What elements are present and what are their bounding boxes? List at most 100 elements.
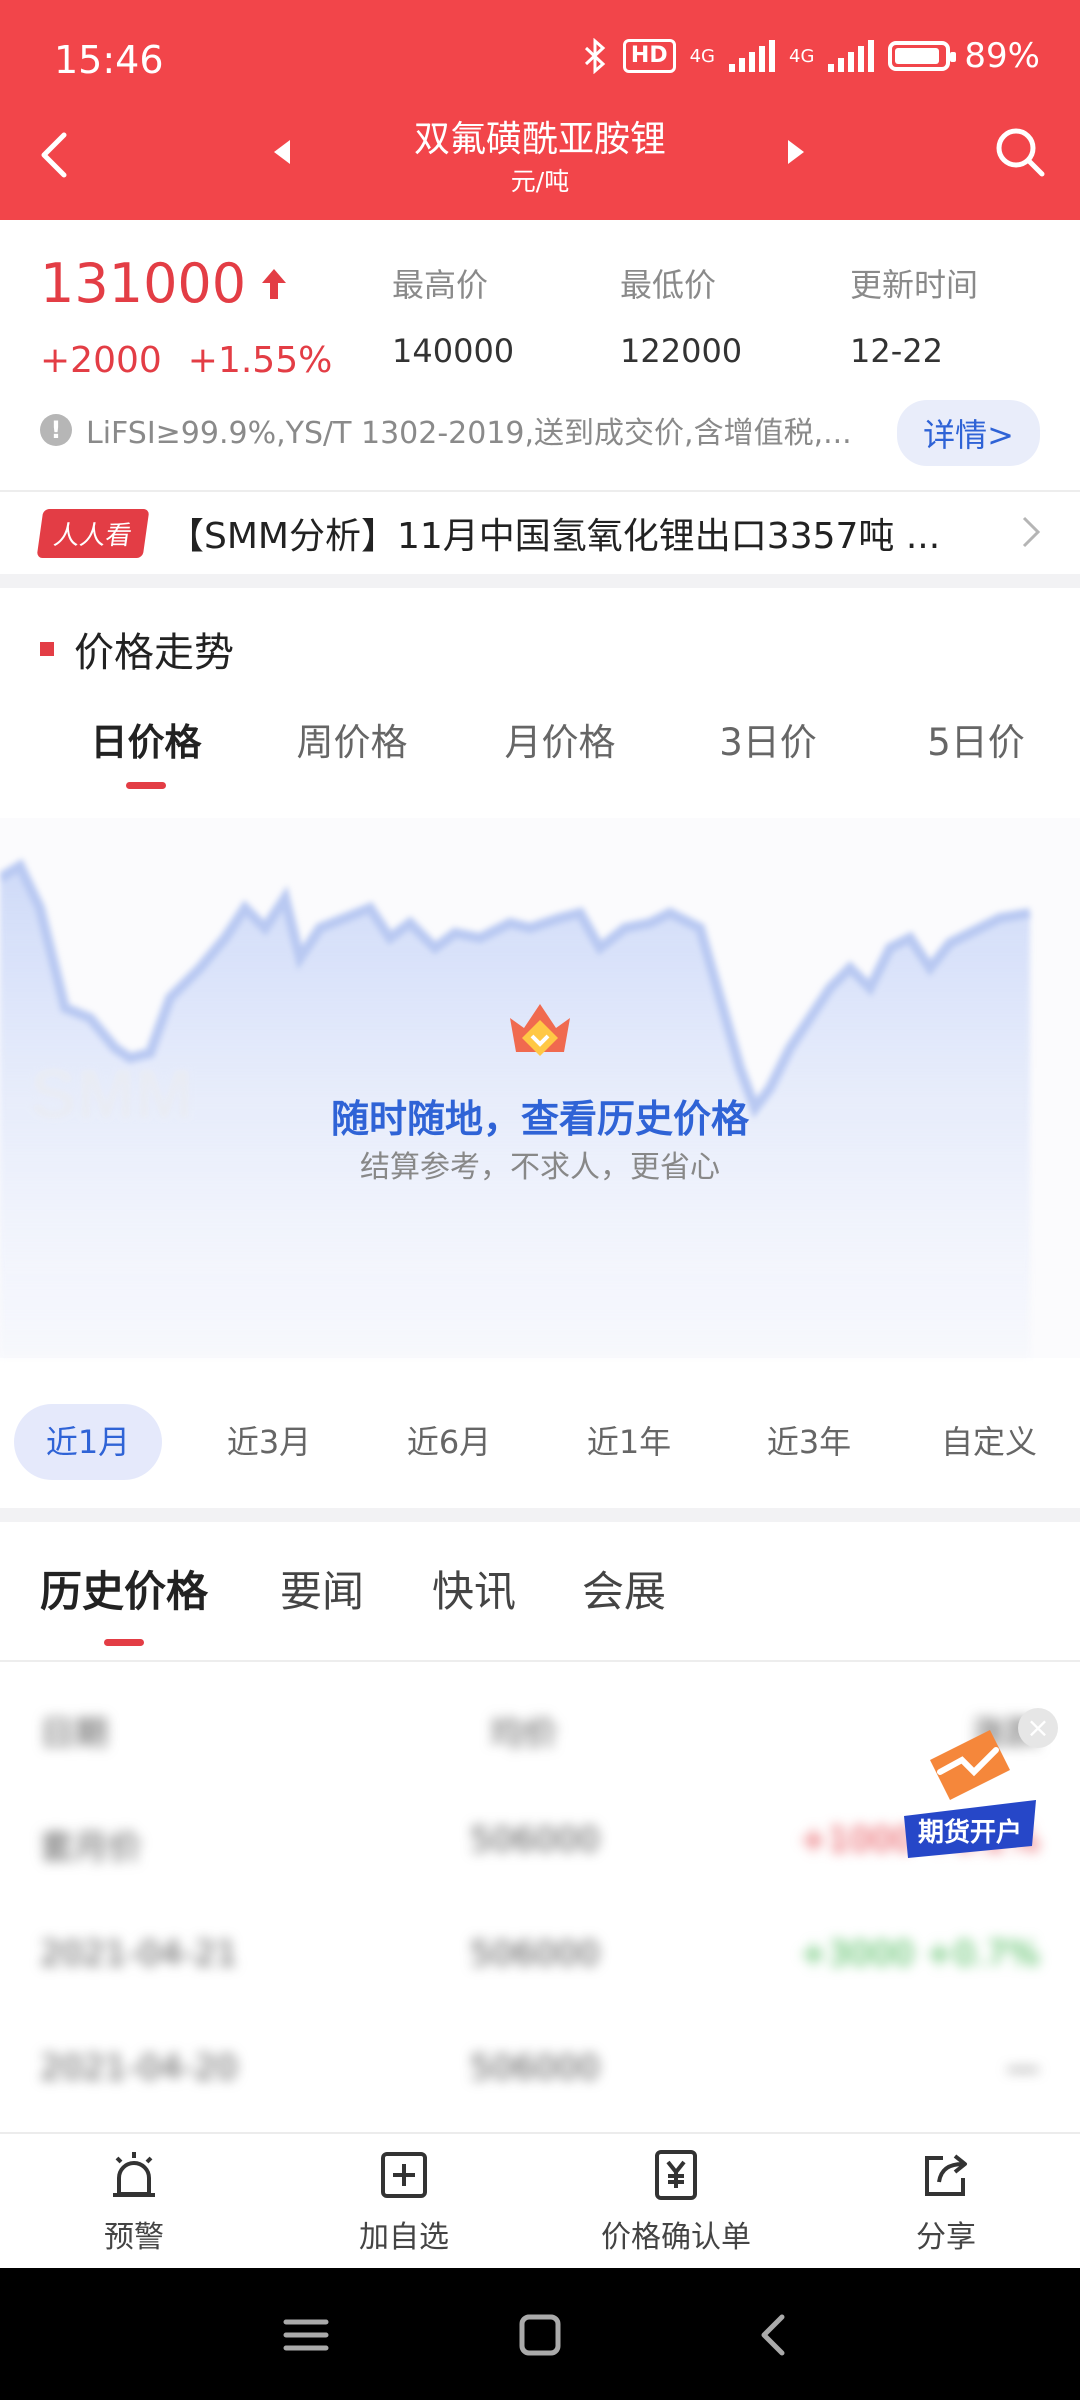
next-item-icon[interactable]	[788, 140, 804, 164]
row-price: 506000	[470, 2048, 600, 2088]
active-tab-indicator	[126, 782, 166, 789]
history-crown-icon	[510, 1004, 570, 1056]
search-icon[interactable]	[990, 122, 1050, 182]
tab-daily-price[interactable]: 日价格	[86, 712, 206, 789]
status-bar: 15:46 HD 4G 4G 89%	[0, 0, 1080, 125]
stat-low-label: 最低价	[620, 266, 717, 304]
tab-5day-label: 5日价	[927, 721, 1025, 764]
app-header: 15:46 HD 4G 4G 89% 双氟磺酰亚胺锂 元/吨	[0, 0, 1080, 220]
spec-note: ! LiFSI≥99.9%,YS/T 1302-2019,送到成交价,含增值税,…	[40, 408, 852, 452]
alarm-icon	[113, 2152, 155, 2197]
tab-monthly-label: 月价格	[504, 721, 616, 764]
price-confirm-label: 价格确认单	[601, 2220, 751, 2255]
period-tabs: 日价格 周价格 月价格 3日价 5日价	[0, 712, 1080, 789]
signal-icon-2	[828, 40, 875, 72]
tab-headlines[interactable]: 要闻	[280, 1558, 364, 1619]
promo-title[interactable]: 随时随地，查看历史价格	[0, 1088, 1080, 1143]
detail-button[interactable]: 详情>	[897, 400, 1040, 466]
stat-high-label: 最高价	[392, 266, 489, 304]
stat-update-value: 12-22	[850, 332, 943, 370]
tab-weekly-label: 周价格	[296, 721, 408, 764]
page-unit: 元/吨	[510, 167, 570, 196]
ticker-text[interactable]: 【SMM分析】11月中国氢氧化锂出口3357吨 ...	[168, 507, 948, 559]
range-1-month[interactable]: 近1月	[14, 1404, 162, 1480]
section-gap	[0, 574, 1080, 588]
tab-history-label: 历史价格	[40, 1567, 209, 1616]
col-date: 日期	[40, 1714, 108, 1754]
table-row: 2021-04-20 506000 —	[0, 2012, 1080, 2126]
row-date: 2021-04-20	[40, 2048, 238, 2088]
hd-voice-icon: HD	[622, 39, 676, 73]
table-row: 2021-04-21 506000 +3000 +0.7%	[0, 1898, 1080, 2012]
add-watchlist-button[interactable]: 加自选	[284, 2148, 524, 2256]
info-icon: !	[40, 414, 72, 446]
tab-exhibitions[interactable]: 会展	[582, 1558, 666, 1619]
futures-account-button[interactable]: 期货开户	[900, 1720, 1040, 1890]
active-section-indicator	[104, 1639, 144, 1646]
stat-update: 更新时间 12-22	[850, 260, 978, 370]
menu-icon[interactable]	[276, 2312, 336, 2358]
content-tabs: 历史价格 要闻 快讯 会展	[0, 1520, 1080, 1660]
range-3-months[interactable]: 近3月	[194, 1404, 344, 1480]
alert-button[interactable]: 预警	[14, 2148, 254, 2256]
price-confirm-button[interactable]: 价格确认单	[556, 2148, 796, 2256]
page-title: 双氟磺酰亚胺锂	[413, 119, 666, 160]
title-marker	[40, 642, 54, 656]
tab-history-price[interactable]: 历史价格	[40, 1558, 208, 1646]
tab-3day-label: 3日价	[719, 721, 817, 764]
share-button[interactable]: 分享	[826, 2148, 1066, 2256]
signal-icon	[729, 40, 776, 72]
row-date: 套月价	[40, 1828, 142, 1868]
tab-5day-price[interactable]: 5日价	[916, 712, 1036, 766]
ticket-icon	[904, 1730, 1036, 1858]
row-change: +3000 +0.7%	[799, 1934, 1040, 1974]
futures-label: 期货开户	[917, 1818, 1022, 1848]
range-6-months[interactable]: 近6月	[374, 1404, 524, 1480]
promo-subtitle: 结算参考，不求人，更省心	[360, 1150, 720, 1185]
share-icon	[925, 2154, 967, 2196]
row-date: 2021-04-21	[40, 1934, 238, 1974]
price-chart[interactable]: SMM 随时随地，查看历史价格 结算参考，不求人，更省心	[0, 818, 1080, 1358]
yuan-document-icon	[655, 2150, 697, 2200]
tab-monthly-price[interactable]: 月价格	[500, 712, 620, 766]
current-price-value: 131000	[40, 252, 247, 315]
row-price: 506000	[470, 1820, 600, 1860]
stat-update-label: 更新时间	[850, 266, 979, 304]
range-tabs: 近1月 近3月 近6月 近1年 近3年 自定义	[0, 1400, 1080, 1484]
network-label-2: 4G	[789, 45, 815, 67]
stat-high-value: 140000	[392, 332, 515, 370]
range-3-years[interactable]: 近3年	[734, 1404, 884, 1480]
price-summary: 131000 +2000 +1.55% 最高价 140000 最低价 12200…	[0, 220, 1080, 490]
col-price: 均价	[490, 1714, 558, 1754]
change-percent: +1.55%	[187, 340, 333, 381]
range-1-year[interactable]: 近1年	[554, 1404, 704, 1480]
current-price: 131000	[40, 252, 288, 315]
arrow-up-icon	[262, 268, 287, 299]
system-back-icon[interactable]	[744, 2312, 804, 2358]
spec-note-text: LiFSI≥99.9%,YS/T 1302-2019,送到成交价,含增值税,..…	[86, 416, 852, 451]
bluetooth-icon	[584, 38, 606, 74]
home-icon[interactable]	[510, 2312, 570, 2358]
tab-daily-label: 日价格	[90, 721, 202, 764]
alert-label: 预警	[104, 2220, 164, 2255]
add-square-icon	[381, 2152, 427, 2198]
stat-low-value: 122000	[620, 332, 743, 370]
add-watchlist-label: 加自选	[359, 2220, 449, 2255]
status-icons: HD 4G 4G 89%	[583, 36, 1040, 76]
news-ticker[interactable]: 人人看 【SMM分析】11月中国氢氧化锂出口3357吨 ...	[0, 492, 1080, 574]
ticker-badge: 人人看	[36, 508, 150, 558]
range-custom[interactable]: 自定义	[914, 1404, 1064, 1480]
chevron-right-icon[interactable]	[1018, 514, 1044, 550]
tab-3day-price[interactable]: 3日价	[708, 712, 828, 766]
status-time: 15:46	[54, 38, 164, 82]
battery-icon	[888, 41, 957, 71]
battery-percent: 89%	[964, 36, 1040, 76]
system-navigation-bar	[0, 2268, 1080, 2400]
tab-weekly-price[interactable]: 周价格	[292, 712, 412, 766]
divider-2	[0, 1660, 1080, 1662]
row-price: 506000	[470, 1934, 600, 1974]
stat-high: 最高价 140000	[392, 260, 514, 370]
price-change: +2000 +1.55%	[40, 340, 332, 381]
stat-low: 最低价 122000	[620, 260, 742, 370]
tab-flash-news[interactable]: 快讯	[432, 1558, 516, 1619]
